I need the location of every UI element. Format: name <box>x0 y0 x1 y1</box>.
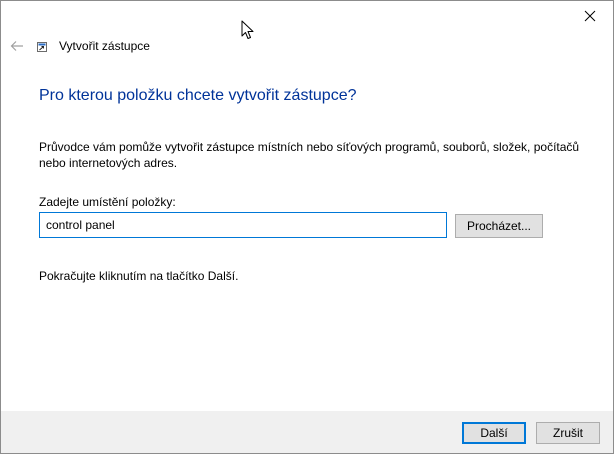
continue-hint: Pokračujte kliknutím na tlačítko Další. <box>39 269 239 283</box>
cancel-button[interactable]: Zrušit <box>536 422 600 444</box>
button-bar: Další Zrušit <box>1 411 613 453</box>
shortcut-icon <box>37 42 47 52</box>
close-button[interactable] <box>567 1 613 31</box>
browse-button[interactable]: Procházet... <box>455 214 543 238</box>
back-button[interactable] <box>3 33 31 59</box>
title-bar <box>1 1 613 33</box>
location-input[interactable] <box>39 212 447 238</box>
location-label: Zadejte umístění položky: <box>39 195 176 209</box>
window-title: Vytvořit zástupce <box>59 39 150 53</box>
next-button[interactable]: Další <box>462 422 526 444</box>
create-shortcut-window: Vytvořit zástupce Pro kterou položku chc… <box>0 0 614 454</box>
close-icon <box>584 10 596 22</box>
page-heading: Pro kterou položku chcete vytvořit zástu… <box>39 87 357 104</box>
back-arrow-icon <box>10 41 23 51</box>
wizard-description: Průvodce vám pomůže vytvořit zástupce mí… <box>39 140 580 170</box>
